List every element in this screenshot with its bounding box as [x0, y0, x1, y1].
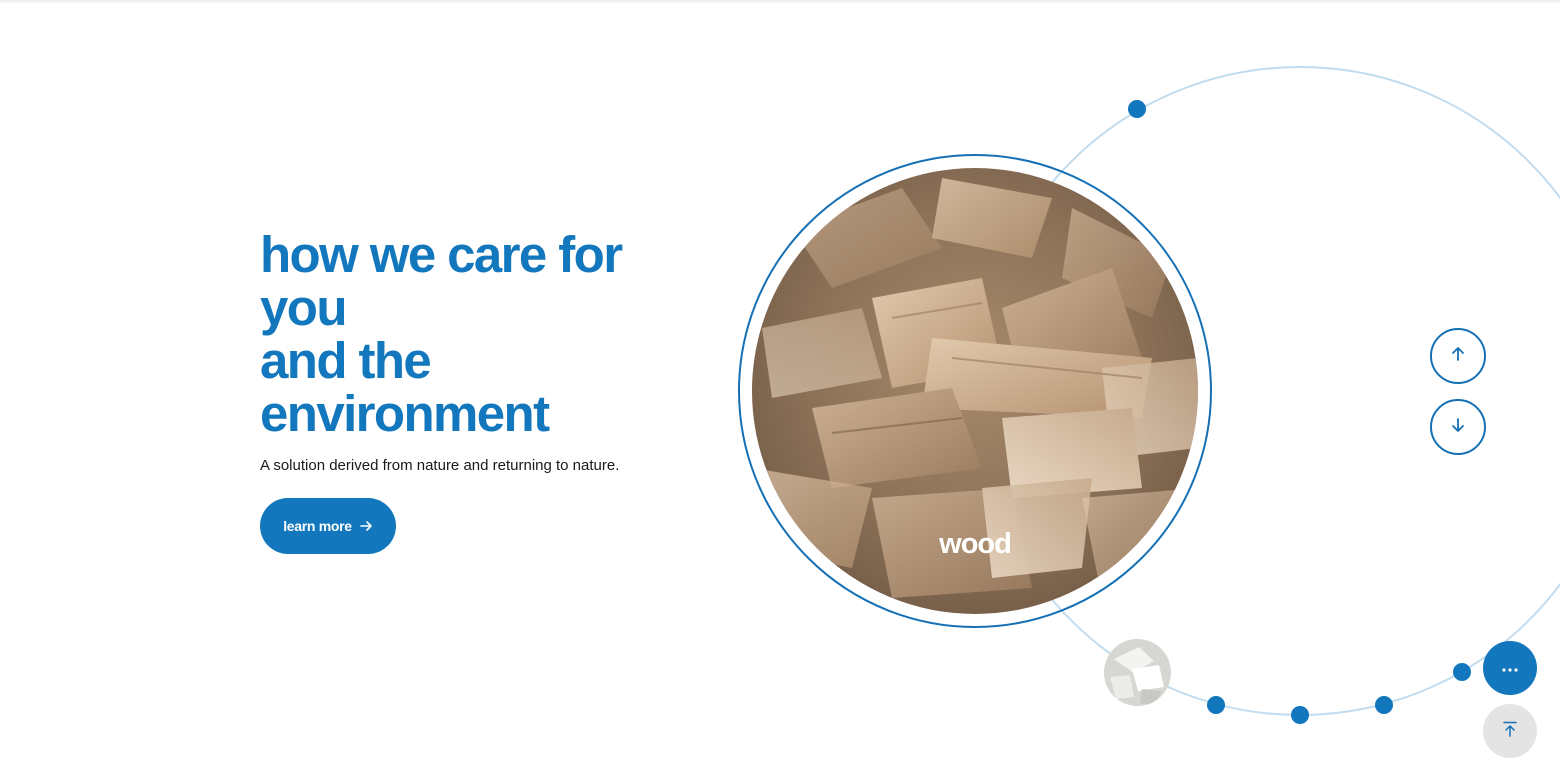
carousel-dot-4[interactable] — [1375, 696, 1393, 714]
scroll-to-top-button[interactable] — [1483, 704, 1537, 758]
carousel-item-label: wood — [939, 528, 1012, 560]
learn-more-label: learn more — [283, 518, 352, 534]
hero-title-line-4: environment — [260, 385, 550, 442]
hero-title: how we care for you and the environment — [260, 228, 680, 440]
hero-title-line-1: how we care for — [260, 226, 623, 283]
hero-title-line-2: you — [260, 279, 347, 336]
arrow-right-icon — [359, 520, 373, 532]
carousel-up-button[interactable] — [1430, 328, 1486, 384]
carousel-dot-1[interactable] — [1128, 100, 1146, 118]
white-flakes-image — [1104, 639, 1171, 706]
ellipsis-icon — [1502, 659, 1518, 677]
hero-section: how we care for you and the environment … — [260, 228, 680, 554]
wood-chips-photo: wood — [752, 168, 1198, 614]
carousel-thumbnail-next[interactable] — [1104, 639, 1171, 706]
hero-title-line-3: and the — [260, 332, 432, 389]
carousel-dot-5[interactable] — [1453, 663, 1471, 681]
arrow-up-icon — [1450, 346, 1466, 367]
more-options-button[interactable] — [1483, 641, 1537, 695]
carousel-dot-2[interactable] — [1207, 696, 1225, 714]
learn-more-button[interactable]: learn more — [260, 498, 396, 554]
arrow-down-icon — [1450, 417, 1466, 438]
carousel-dot-3[interactable] — [1291, 706, 1309, 724]
hero-subtitle: A solution derived from nature and retur… — [260, 457, 620, 474]
carousel-down-button[interactable] — [1430, 399, 1486, 455]
scroll-to-top-icon — [1503, 721, 1517, 742]
